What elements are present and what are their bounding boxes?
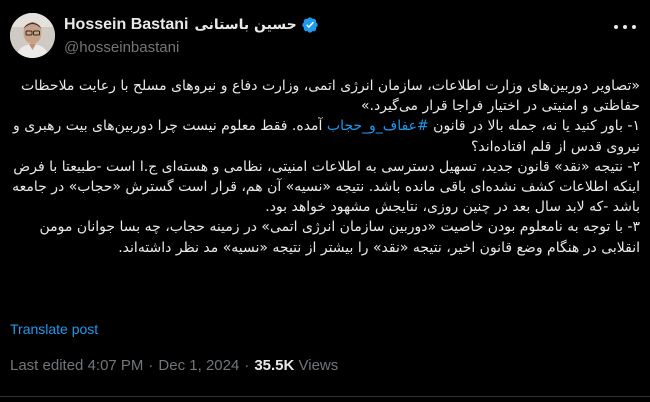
meta-separator: · [244,357,250,374]
author-display-name[interactable]: Hossein Bastani [64,16,188,34]
more-dot [614,25,618,29]
author-name-row: Hossein Bastani حسین باستانی [64,14,319,36]
tweet-paragraph-4: ۳- با توجه به نامعلوم بودن خاصیت «دوربین… [39,219,641,256]
tweet-paragraph-2-start: ۱- باور کنید یا نه، جمله بالا در قانون [428,118,640,135]
views-count: 35.5K [254,357,295,374]
post-date[interactable]: Dec 1, 2024 [158,357,239,374]
author-block: Hossein Bastani حسین باستانی @hosseinbas… [64,14,319,56]
divider [0,396,650,397]
tweet-text: «تصاویر دوربین‌های وزارت اطلاعات، سازمان… [10,76,640,258]
tweet-paragraph-3: ۲- نتیجه «نقد» قانون جدید، تسهیل دسترسی … [12,158,640,216]
author-display-name-fa[interactable]: حسین باستانی [194,17,296,33]
author-handle[interactable]: @hosseinbastani [64,39,319,56]
hashtag-link[interactable]: #عفاف_و_حجاب [327,118,429,134]
tweet-paragraph-1: «تصاویر دوربین‌های وزارت اطلاعات، سازمان… [20,78,640,115]
verified-badge-icon [301,16,319,34]
more-dot [623,25,627,29]
more-options-icon[interactable] [614,20,636,34]
views-label: Views [298,357,339,374]
more-dot [632,25,636,29]
translate-post-link[interactable]: Translate post [10,321,98,337]
edited-timestamp[interactable]: Last edited 4:07 PM [10,357,143,374]
tweet-paragraph-2: ۱- باور کنید یا نه، جمله بالا در قانون #… [10,116,640,156]
tweet-card: Hossein Bastani حسین باستانی @hosseinbas… [0,0,650,402]
author-avatar[interactable] [10,13,55,58]
tweet-meta: Last edited 4:07 PM · Dec 1, 2024 · 35.5K Vi… [10,357,338,374]
meta-separator: · [148,357,154,374]
avatar-photo [10,13,55,58]
